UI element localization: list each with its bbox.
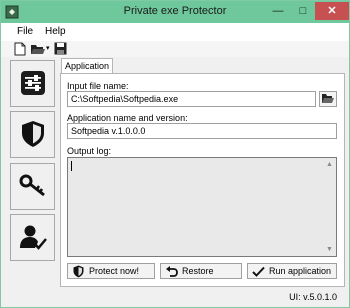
- menu-file[interactable]: File: [17, 26, 33, 37]
- open-folder-icon: [321, 93, 335, 106]
- run-application-label: Run application: [269, 266, 332, 276]
- key-icon: [19, 173, 47, 201]
- protect-now-label: Protect now!: [89, 266, 140, 276]
- output-log-area[interactable]: ▲ ▼: [67, 157, 337, 257]
- user-check-icon: [19, 223, 47, 253]
- save-icon[interactable]: [54, 42, 68, 56]
- restore-button[interactable]: Restore: [160, 263, 242, 279]
- menu-bar: File Help: [1, 23, 349, 41]
- scroll-down-arrow[interactable]: ▼: [323, 243, 336, 256]
- app-name-label: Application name and version:: [67, 113, 188, 123]
- tab-application[interactable]: Application: [61, 58, 113, 74]
- output-log-label: Output log:: [67, 146, 112, 156]
- undo-icon: [163, 264, 179, 278]
- settings-sliders-icon: [20, 70, 46, 98]
- restore-label: Restore: [182, 266, 214, 276]
- protect-now-button[interactable]: Protect now!: [67, 263, 155, 279]
- checkmark-icon: [250, 264, 266, 278]
- open-dropdown-icon[interactable]: ▾: [46, 42, 52, 56]
- maximize-button[interactable]: □: [291, 2, 315, 20]
- new-file-icon[interactable]: [14, 42, 26, 56]
- user-button[interactable]: [10, 214, 55, 261]
- input-file-field[interactable]: C:\Softpedia\Softpedia.exe: [67, 91, 316, 107]
- app-name-field[interactable]: Softpedia v.1.0.0.0: [67, 123, 337, 139]
- toolbar: ▾: [1, 41, 349, 57]
- input-file-label: Input file name:: [67, 81, 129, 91]
- run-application-button[interactable]: Run application: [247, 263, 337, 279]
- protection-button[interactable]: [10, 111, 55, 158]
- shield-icon: [70, 264, 86, 278]
- shield-icon: [20, 120, 46, 150]
- keys-button[interactable]: [10, 163, 55, 210]
- scroll-up-arrow[interactable]: ▲: [323, 158, 336, 171]
- text-caret: [71, 161, 72, 171]
- settings-button[interactable]: [10, 60, 55, 107]
- ui-version: UI: v.5.0.1.0: [289, 292, 337, 302]
- status-bar: UI: v.5.0.1.0: [1, 288, 349, 307]
- app-window: Private exe Protector — □ ✕ File Help ▾: [0, 0, 350, 308]
- close-button[interactable]: ✕: [315, 2, 349, 20]
- menu-help[interactable]: Help: [45, 26, 66, 37]
- open-folder-icon[interactable]: [30, 42, 46, 56]
- minimize-button[interactable]: —: [265, 2, 291, 20]
- browse-button[interactable]: [319, 91, 337, 107]
- title-bar[interactable]: Private exe Protector — □ ✕: [1, 1, 349, 23]
